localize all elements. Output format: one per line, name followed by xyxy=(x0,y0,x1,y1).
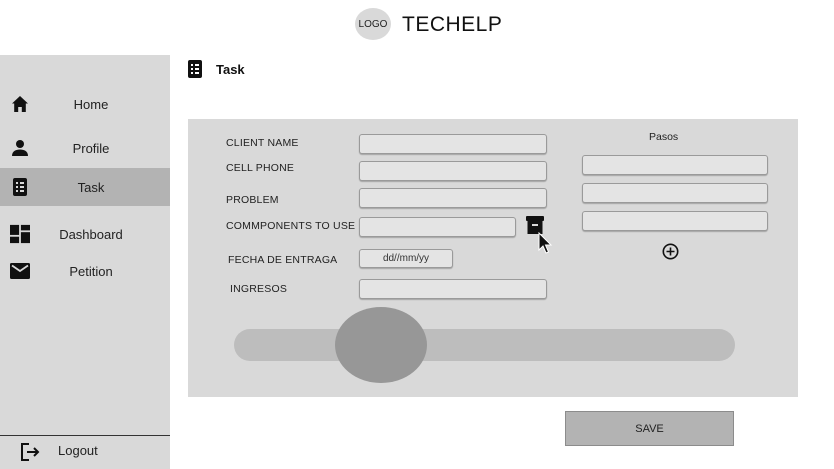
sidebar-item-task[interactable]: Task xyxy=(0,168,170,206)
save-button[interactable]: SAVE xyxy=(565,411,734,446)
cell-phone-label: CELL PHONE xyxy=(226,162,295,174)
home-icon xyxy=(10,94,30,114)
sidebar-item-petition[interactable]: Petition xyxy=(0,252,170,290)
sidebar-item-profile[interactable]: Profile xyxy=(0,129,170,167)
slider-thumb[interactable] xyxy=(335,307,427,383)
person-icon xyxy=(10,138,30,158)
sidebar-item-label: Petition xyxy=(69,263,113,279)
add-step-icon[interactable] xyxy=(662,243,679,260)
logout-icon xyxy=(20,442,40,462)
income-label: INGRESOS xyxy=(230,283,288,295)
delivery-date-input[interactable]: dd//mm/yy xyxy=(359,249,453,268)
logo: LOGO xyxy=(355,8,391,40)
step-input-1[interactable] xyxy=(582,155,768,175)
dashboard-icon xyxy=(10,224,30,244)
app-brand: TECHELP xyxy=(402,13,503,36)
sidebar: Home Profile Task Dashboard Petition Log… xyxy=(0,55,170,469)
slider-track[interactable] xyxy=(234,329,735,361)
cursor-icon xyxy=(538,231,554,256)
sidebar-item-home[interactable]: Home xyxy=(0,85,170,123)
problem-label: PROBLEM xyxy=(226,194,279,206)
mail-icon xyxy=(10,261,30,281)
page-title: Task xyxy=(216,62,245,77)
components-label: COMMPONENTS TO USE xyxy=(226,220,356,232)
task-icon xyxy=(187,60,203,78)
step-input-3[interactable] xyxy=(582,211,768,231)
client-name-label: CLIENT NAME xyxy=(226,137,299,149)
cell-phone-input[interactable] xyxy=(359,161,547,181)
steps-title: Pasos xyxy=(649,131,679,143)
delivery-date-label: FECHA DE ENTRAGA xyxy=(228,254,338,266)
logout-label: Logout xyxy=(58,443,98,458)
sidebar-item-label: Home xyxy=(73,96,109,112)
step-input-2[interactable] xyxy=(582,183,768,203)
sidebar-item-dashboard[interactable]: Dashboard xyxy=(0,215,170,253)
client-name-input[interactable] xyxy=(359,134,547,154)
task-form-panel: CLIENT NAME CELL PHONE PROBLEM COMMPONEN… xyxy=(188,119,798,397)
income-input[interactable] xyxy=(359,279,547,299)
task-icon xyxy=(10,177,30,197)
components-input[interactable] xyxy=(359,217,516,237)
logout-button[interactable]: Logout xyxy=(0,436,170,469)
sidebar-item-label: Dashboard xyxy=(59,226,123,242)
sidebar-item-label: Task xyxy=(77,179,105,195)
sidebar-item-label: Profile xyxy=(72,140,110,156)
problem-input[interactable] xyxy=(359,188,547,208)
